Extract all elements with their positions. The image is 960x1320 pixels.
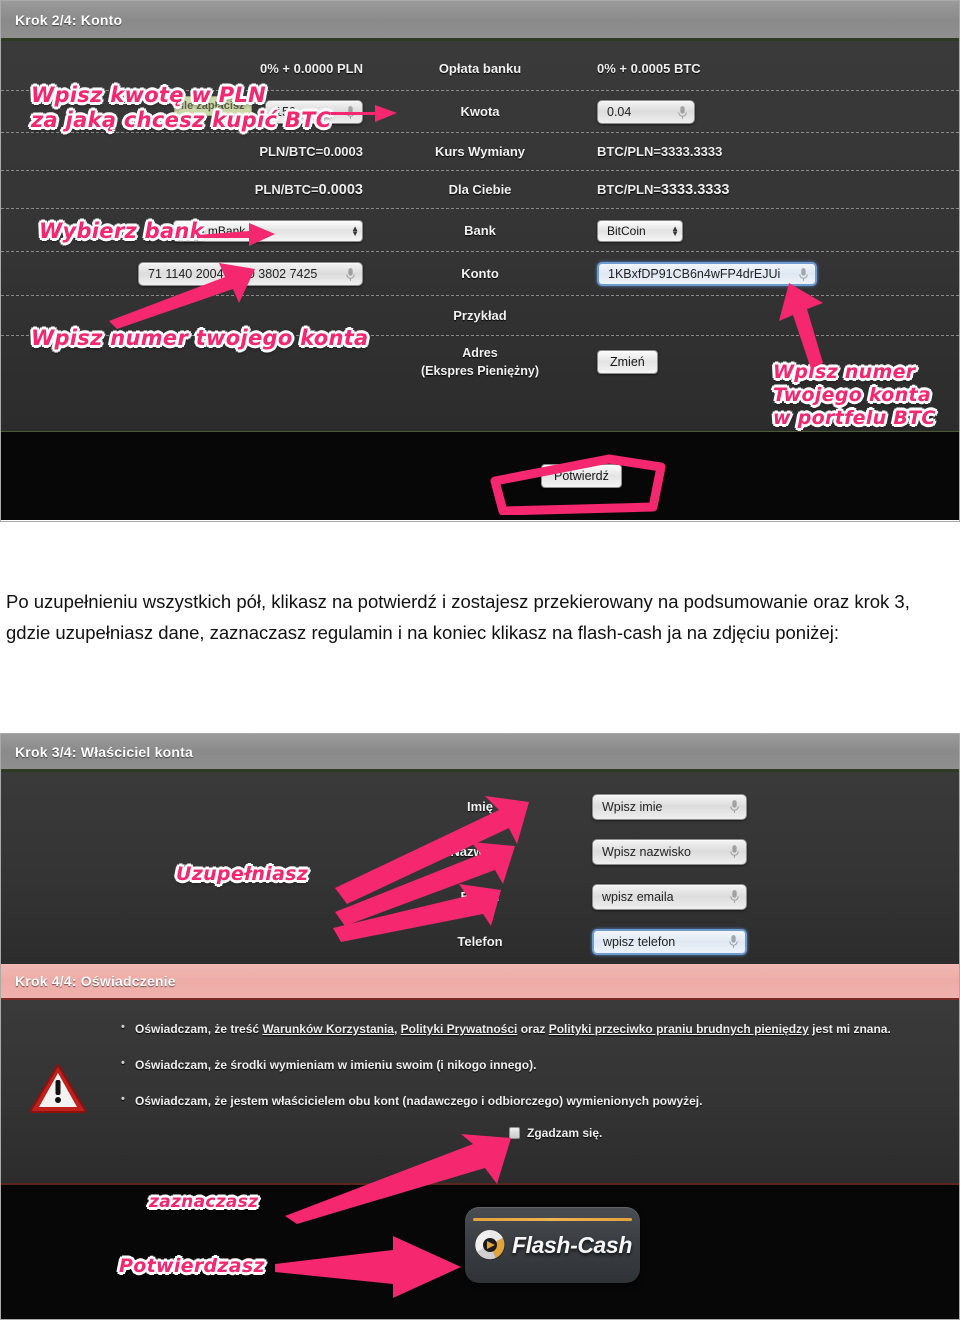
step3-title: Krok 3/4: Właściciel konta	[15, 743, 193, 760]
amount-btc-cell: 0.04	[575, 100, 959, 124]
account-right-cell: 1KBxfDP91CB6n4wFP4drEJUi	[575, 262, 959, 286]
statement-item: Oświadczam, że treść Warunków Korzystani…	[121, 1021, 919, 1036]
amount-pln-input[interactable]: 150	[265, 100, 363, 124]
flash-cash-inner: Flash-Cash	[473, 1228, 632, 1262]
step2-form-body: 0% + 0.0000 PLN Opłata banku 0% + 0.0005…	[1, 41, 959, 431]
pay-amount-tooltip: Ile zapłacisz	[174, 96, 252, 116]
foryou-label: Dla Ciebie	[448, 182, 512, 197]
step2-header-bar: Krok 2/4: Konto	[1, 1, 959, 41]
amount-label: Kwota	[460, 104, 500, 119]
instruction-paragraph: Po uzupełnieniu wszystkich pół, klikasz …	[6, 591, 910, 643]
agree-checkbox[interactable]	[509, 1127, 520, 1139]
row-last-name: Nazwisko Wpisz nazwisko	[1, 829, 959, 874]
email-label: E-mail	[460, 888, 500, 904]
first-name-label: Imię	[466, 798, 493, 814]
microphone-icon	[730, 845, 739, 858]
row-amount: 150 Kwota 0.04	[1, 91, 959, 133]
foryou-right: BTC/PLN=3333.3333	[597, 182, 730, 198]
statement-part: Oświadczam, że treść	[135, 1022, 263, 1036]
example-label: Przykład	[453, 308, 507, 323]
microphone-icon	[729, 935, 738, 948]
step3-form-body: Imię Wpisz imie Nazwisko Wpisz nazwisko	[1, 772, 959, 964]
address-label: Adres (Ekspres Pieniężny)	[420, 346, 540, 378]
bank-fee-left: 0% + 0.0000 PLN	[260, 61, 363, 76]
row-account: 71 1140 2004 0000 3802 7425 Konto 1KBxfD…	[1, 252, 959, 296]
bank-select-right-cell: BitCoin ▲ ▼	[575, 219, 959, 242]
step2-title: Krok 2/4: Konto	[15, 11, 123, 28]
microphone-icon	[730, 800, 739, 813]
row-for-you: PLN/BTC=0.0003 Dla Ciebie BTC/PLN=3333.3…	[1, 171, 959, 209]
warning-icon	[29, 1064, 87, 1113]
document-page: Krok 2/4: Konto 0% + 0.0000 PLN Opłata b…	[0, 0, 960, 1320]
bank-fee-right: 0% + 0.0005 BTC	[597, 61, 701, 76]
statement-list: Oświadczam, że treść Warunków Korzystani…	[121, 1021, 919, 1108]
link-aml[interactable]: Polityki przeciwko praniu brudnych pieni…	[549, 1022, 809, 1036]
last-name-cell: Wpisz nazwisko	[570, 838, 959, 865]
rate-label: Kurs Wymiany	[434, 144, 526, 159]
rate-right: BTC/PLN=3333.3333	[597, 144, 723, 159]
amount-btc-input[interactable]: 0.04	[597, 100, 695, 124]
bank-fee-label: Opłata banku	[438, 61, 522, 76]
bank-select-btc[interactable]: BitCoin ▲ ▼	[597, 219, 683, 242]
row-bank-fee: 0% + 0.0000 PLN Opłata banku 0% + 0.0005…	[1, 47, 959, 91]
screenshot-krok-2: Krok 2/4: Konto 0% + 0.0000 PLN Opłata b…	[0, 0, 960, 522]
row-first-name: Imię Wpisz imie	[1, 784, 959, 829]
stepper-arrows-icon: ▲ ▼	[671, 223, 679, 238]
last-name-label: Nazwisko	[450, 843, 510, 859]
bank-label: Bank	[464, 222, 496, 238]
link-privacy[interactable]: Polityki Prywatności	[401, 1022, 518, 1036]
microphone-icon	[799, 267, 808, 281]
link-terms[interactable]: Warunków Korzystania	[262, 1022, 394, 1036]
statement-item: Oświadczam, że środki wymieniam w imieni…	[121, 1057, 919, 1072]
step2-footer: Potwierdź	[1, 431, 959, 520]
row-exchange-rate: PLN/BTC=0.0003 Kurs Wymiany BTC/PLN=3333…	[1, 133, 959, 171]
statement-part: Oświadczam, że jestem właścicielem obu k…	[135, 1094, 703, 1108]
phone-input[interactable]: wpisz telefon	[592, 928, 747, 955]
change-address-button[interactable]: Zmień	[597, 350, 658, 374]
statement-part: jest mi znana.	[808, 1022, 891, 1036]
email-cell: wpisz emaila	[570, 883, 959, 910]
bank-select-pl[interactable]: PL - mBank ▲ ▼	[173, 219, 363, 242]
row-bank-select: PL - mBank ▲ ▼ Bank BitCoin ▲ ▼	[1, 209, 959, 252]
address-change-cell: Zmień	[575, 350, 959, 374]
step4-header-bar: Krok 4/4: Oświadczenie	[1, 964, 959, 1000]
last-name-input[interactable]: Wpisz nazwisko	[592, 838, 747, 865]
row-address: Adres (Ekspres Pieniężny) Zmień	[1, 336, 959, 388]
btc-wallet-input[interactable]: 1KBxfDP91CB6n4wFP4drEJUi	[597, 262, 817, 286]
statement-part: oraz	[517, 1022, 549, 1036]
agree-row[interactable]: Zgadzam się.	[509, 1126, 919, 1140]
bank-account-input[interactable]: 71 1140 2004 0000 3802 7425	[138, 262, 363, 286]
flash-cash-logo-icon	[475, 1230, 505, 1260]
statement-part: ,	[393, 1022, 401, 1036]
step4-title: Krok 4/4: Oświadczenie	[15, 973, 176, 989]
statement-item: Oświadczam, że jestem właścicielem obu k…	[121, 1093, 919, 1108]
row-phone: Telefon wpisz telefon	[1, 919, 959, 964]
email-input[interactable]: wpisz emaila	[592, 883, 747, 910]
stepper-arrows-icon: ▲ ▼	[351, 223, 359, 238]
microphone-icon	[730, 890, 739, 903]
row-email: E-mail wpisz emaila	[1, 874, 959, 919]
first-name-input[interactable]: Wpisz imie	[592, 793, 747, 820]
foryou-left: PLN/BTC=0.0003	[254, 182, 363, 198]
step4-statement-body: Oświadczam, że treść Warunków Korzystani…	[1, 1000, 959, 1185]
phone-cell: wpisz telefon	[570, 928, 959, 955]
microphone-icon	[678, 105, 687, 119]
account-label: Konto	[461, 266, 499, 281]
phone-label: Telefon	[457, 933, 503, 949]
bank-select-left-cell: PL - mBank ▲ ▼	[1, 219, 385, 242]
confirm-button[interactable]: Potwierdź	[541, 464, 622, 488]
flash-cash-button[interactable]: Flash-Cash	[465, 1207, 640, 1283]
screenshot-krok-3-4: Krok 3/4: Właściciel konta Imię Wpisz im…	[0, 733, 960, 1320]
account-left-cell: 71 1140 2004 0000 3802 7425	[1, 262, 385, 286]
statement-part: Oświadczam, że środki wymieniam w imieni…	[135, 1058, 537, 1072]
flash-cash-label: Flash-Cash	[512, 1231, 632, 1258]
agree-label: Zgadzam się.	[527, 1126, 603, 1140]
step4-footer: Flash-Cash	[1, 1185, 959, 1319]
step3-header-bar: Krok 3/4: Właściciel konta	[1, 734, 959, 772]
microphone-icon	[346, 267, 355, 281]
first-name-cell: Wpisz imie	[570, 793, 959, 820]
rate-left: PLN/BTC=0.0003	[259, 144, 363, 159]
row-example: Przykład	[1, 296, 959, 336]
microphone-icon	[346, 105, 355, 119]
